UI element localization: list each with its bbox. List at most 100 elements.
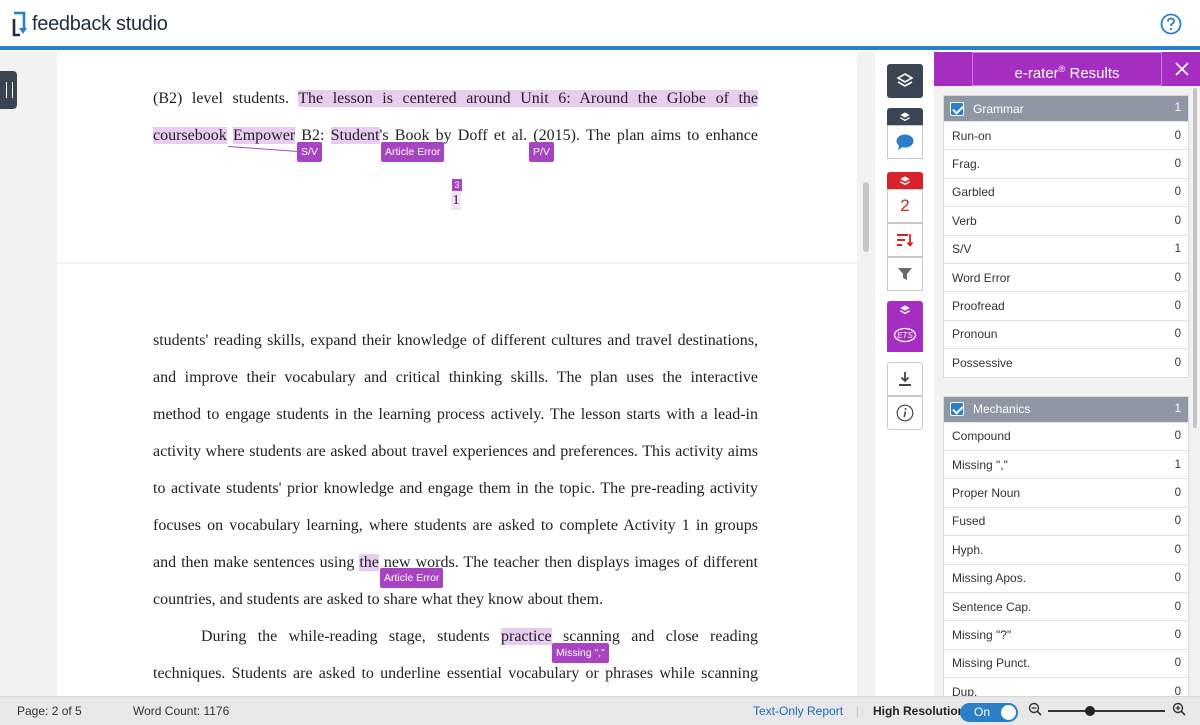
flagged-text[interactable]: The lesson is centered around Unit 6: Ar…	[298, 90, 758, 107]
category-label: Missing "?"	[952, 628, 1012, 643]
error-mark-tag[interactable]: P/V	[529, 142, 554, 162]
panel-title: e-rater® Results	[972, 52, 1162, 86]
document-scrollbar[interactable]	[863, 182, 869, 252]
category-row[interactable]: Missing "," 1	[944, 449, 1188, 478]
checkbox-icon[interactable]	[950, 402, 964, 417]
category-label: S/V	[952, 242, 972, 257]
document-page-1	[57, 52, 857, 262]
panel-scrollbar[interactable]	[1193, 88, 1197, 428]
text-run: and improve their vocabulary and critica…	[153, 369, 758, 386]
category-row[interactable]: S/V 1	[944, 234, 1188, 263]
category-label: Frag.	[952, 157, 981, 172]
footnote-marker[interactable]: 3	[452, 179, 462, 191]
layers-icon	[900, 112, 910, 122]
category-row[interactable]: Fused 0	[944, 506, 1188, 535]
filter-button[interactable]	[887, 257, 923, 291]
document-line: method to engage students in the learnin…	[153, 404, 758, 426]
category-count: 1	[1174, 458, 1181, 471]
category-group-header[interactable]: Mechanics 1	[944, 396, 1188, 422]
zoom-slider-handle[interactable]	[1085, 706, 1096, 716]
category-count: 0	[1174, 430, 1181, 443]
category-label: Verb	[952, 213, 977, 228]
zoom-in-icon[interactable]	[1172, 702, 1186, 716]
category-count: 0	[1174, 186, 1181, 199]
category-count: 0	[1174, 572, 1181, 585]
category-row[interactable]: Dup. 0	[944, 677, 1188, 696]
sort-icon	[897, 234, 914, 247]
error-mark-tag[interactable]: Article Error	[380, 568, 444, 588]
top-header: feedback studio	[0, 0, 1200, 50]
category-row[interactable]: Verb 0	[944, 206, 1188, 234]
category-label: Garbled	[952, 185, 995, 200]
help-icon[interactable]	[1160, 13, 1182, 35]
error-mark-tag[interactable]: S/V	[297, 142, 322, 162]
category-row[interactable]: Garbled 0	[944, 177, 1188, 206]
category-count: 0	[1174, 356, 1181, 369]
logo-text: feedback studio	[32, 12, 168, 35]
side-drawer-handle[interactable]	[0, 71, 17, 109]
text-only-report-link[interactable]: Text-Only Report	[753, 704, 843, 718]
category-count: 0	[1174, 328, 1181, 341]
category-row[interactable]: Run-on 0	[944, 121, 1188, 149]
similarity-score-button[interactable]: 2	[887, 189, 923, 223]
checkbox-icon[interactable]	[950, 101, 964, 116]
category-group-name: Mechanics	[973, 402, 1031, 417]
category-count: 0	[1174, 129, 1181, 142]
category-group-header[interactable]: Grammar 1	[944, 96, 1188, 121]
text-run: and then make sentences using	[153, 554, 360, 571]
document-line: to activate students' prior knowledge an…	[153, 478, 758, 500]
category-label: Proofread	[952, 299, 1005, 314]
category-label: Missing ","	[952, 457, 1008, 472]
document-line: During the while-reading stage, students…	[201, 626, 758, 648]
error-mark-tag[interactable]: Missing ","	[552, 643, 609, 663]
category-row[interactable]: Proper Noun 0	[944, 478, 1188, 506]
sort-button[interactable]	[887, 223, 923, 257]
page-indicator: Page: 2 of 5	[17, 704, 82, 718]
category-count: 0	[1174, 629, 1181, 642]
comment-icon	[896, 134, 914, 150]
text-run: During the while-reading stage, students	[201, 628, 501, 645]
text-run: techniques. Students are asked to underl…	[153, 665, 758, 682]
category-label: Missing Punct.	[952, 656, 1031, 671]
status-divider: |	[856, 704, 860, 718]
info-button[interactable]	[887, 396, 923, 430]
ets-button[interactable]: ETS	[887, 318, 923, 352]
flagged-text[interactable]: Empower	[232, 127, 296, 144]
category-group-name: Grammar	[973, 101, 1024, 116]
category-row[interactable]: Missing Punct. 0	[944, 648, 1188, 677]
category-row[interactable]: Word Error 0	[944, 262, 1188, 291]
flagged-text[interactable]: Student	[330, 127, 380, 144]
similarity-layer-header[interactable]	[887, 172, 923, 190]
category-row[interactable]: Proofread 0	[944, 291, 1188, 319]
category-row[interactable]: Pronoun 0	[944, 319, 1188, 348]
logo: feedback studio	[11, 10, 168, 38]
comments-button[interactable]	[887, 125, 923, 159]
flagged-text[interactable]: the	[359, 554, 379, 571]
flagged-text[interactable]: practice	[501, 628, 552, 645]
close-icon[interactable]	[1174, 61, 1190, 77]
high-resolution-toggle[interactable]: On	[960, 703, 1018, 722]
layers-button[interactable]	[887, 64, 923, 98]
category-row[interactable]: Missing "?" 0	[944, 620, 1188, 648]
panel-title-text: e-rater	[1014, 65, 1059, 82]
category-row[interactable]: Missing Apos. 0	[944, 563, 1188, 592]
ets-layer-header[interactable]	[887, 301, 923, 319]
category-row[interactable]: Sentence Cap. 0	[944, 591, 1188, 620]
zoom-out-icon[interactable]	[1028, 702, 1042, 716]
category-row[interactable]: Compound 0	[944, 421, 1188, 450]
logo-mark-icon	[12, 11, 27, 37]
similarity-count: 2	[900, 196, 910, 215]
comments-layer-header[interactable]	[887, 108, 923, 126]
download-button[interactable]	[887, 362, 923, 396]
category-row[interactable]: Possessive 0	[944, 348, 1188, 376]
error-mark-tag[interactable]: Article Error	[381, 142, 445, 162]
category-row[interactable]: Frag. 0	[944, 149, 1188, 177]
document-line: activity where students are asked about …	[153, 441, 758, 463]
zoom-slider[interactable]	[1048, 706, 1165, 716]
category-row[interactable]: Hyph. 0	[944, 535, 1188, 563]
flagged-text[interactable]: coursebook	[153, 127, 227, 144]
text-run: to activate students' prior knowledge an…	[153, 480, 758, 497]
category-group-count: 1	[1174, 402, 1181, 415]
text-run: (2015). The plan aims to enhance	[527, 127, 759, 144]
category-group: Grammar 1 Run-on 0 Frag. 0 Garbled 0 Verb 0 S/V 1 Wo…	[943, 95, 1189, 378]
